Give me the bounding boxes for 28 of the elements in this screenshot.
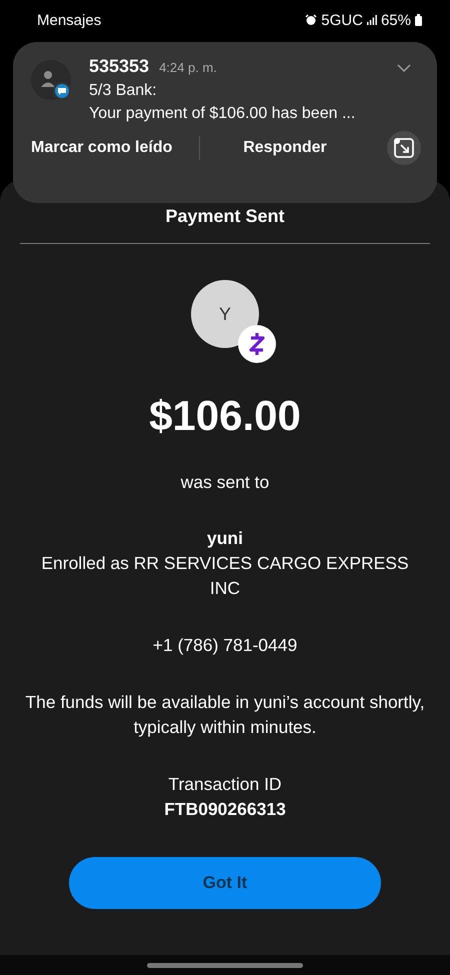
dollar-badge-icon: [237, 324, 277, 364]
notification-title: 5/3 Bank:: [89, 82, 158, 100]
chevron-down-icon[interactable]: [397, 64, 411, 72]
enrolled-name: Enrolled as RR SERVICES CARGO EXPRESS INC: [40, 552, 410, 600]
sheet-title: Payment Sent: [165, 206, 285, 227]
phone-number: +1 (786) 781-0449: [152, 634, 298, 657]
alarm-icon: [305, 14, 318, 26]
notification-card[interactable]: 535353 4:24 p. m. 5/3 Bank: Your payment of $106.00 has been ... Marcar como leído Responder: [13, 42, 437, 203]
open-app-icon[interactable]: [387, 131, 421, 165]
battery-level: 65%: [380, 12, 411, 28]
notification-action[interactable]: Responder: [200, 139, 370, 157]
recipient-avatar: Y: [191, 280, 259, 348]
network-label: 5GUC: [321, 12, 363, 28]
transaction-id: FTB090266313: [164, 798, 286, 821]
sent-label: was sent to: [180, 471, 270, 494]
sender-number: 535353: [89, 56, 150, 77]
payment-amount: $106.00: [149, 392, 301, 440]
home-handle[interactable]: [147, 962, 303, 968]
notification-time: 4:24 p. m.: [159, 60, 217, 75]
got-it-button[interactable]: Got It: [69, 857, 381, 909]
recipient-name: yuni: [207, 527, 243, 550]
app-name: Mensajes: [37, 12, 102, 28]
transaction-label: Transaction ID: [168, 773, 282, 796]
notification-message: Your payment of $106.00 has been ...: [89, 105, 356, 123]
battery-icon: [415, 14, 422, 26]
funds-note: The funds will be available in yuni’s account shortly, typically within minutes.: [25, 691, 425, 739]
signal-icon: [366, 15, 377, 25]
notification-action[interactable]: Marcar como leído: [31, 139, 199, 157]
